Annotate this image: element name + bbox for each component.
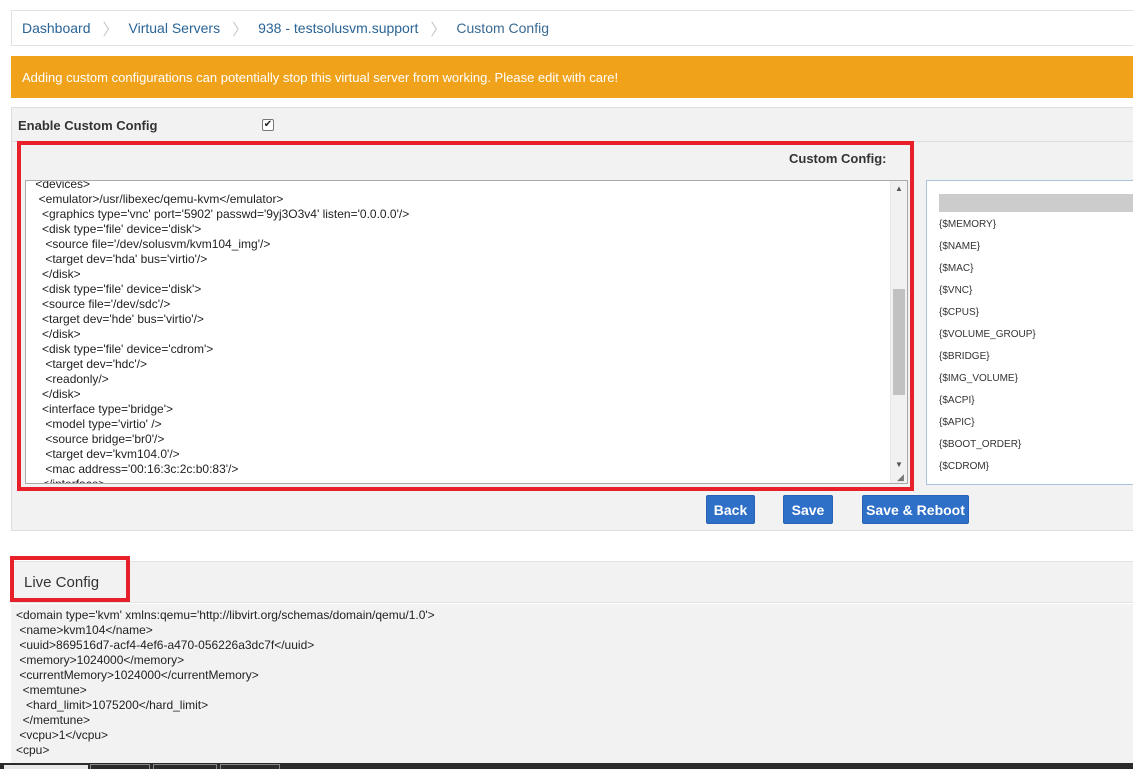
breadcrumb-separator: 〉 (232, 22, 249, 39)
code-line: </interface> (32, 477, 106, 484)
code-line: <source file='/dev/sdc'/> (32, 297, 171, 311)
custom-config-label: Custom Config: (789, 151, 887, 166)
scroll-up-icon[interactable]: ▲ (891, 181, 907, 197)
code-line: <source bridge='br0'/> (32, 432, 165, 446)
code-line: <model type='virtio' /> (32, 417, 162, 431)
code-line: <mac address='00:16:3c:2c:b0:83'/> (32, 462, 239, 476)
custom-config-code: <devices> <emulator>/usr/libexec/qemu-kv… (26, 180, 892, 484)
variables-list: {$MEMORY} {$NAME} {$MAC} {$VNC} {$CPUS} {$VOL… (926, 180, 1133, 485)
live-config-body: <domain type='kvm' xmlns:qemu='http://li… (11, 604, 1133, 764)
code-line: <graphics type='vnc' port='5902' passwd=… (32, 207, 410, 221)
code-line: <source file='/dev/solusvm/kvm104_img'/> (32, 237, 271, 251)
warning-text: Adding custom configurations can potenti… (22, 69, 619, 85)
live-config-line: <currentMemory>1024000</currentMemory> (16, 668, 259, 682)
taskbar-item[interactable] (90, 764, 150, 769)
code-line: </disk> (32, 327, 81, 341)
variable-item: {$MEMORY} (939, 219, 997, 230)
breadcrumb-server[interactable]: 938 - testsolusvm.support (258, 20, 418, 36)
variable-item: {$BRIDGE} (939, 351, 990, 362)
code-line: <disk type='file' device='disk'> (32, 282, 202, 296)
breadcrumb-custom-config: Custom Config (456, 20, 549, 36)
live-config-header: Live Config (11, 561, 1133, 603)
code-line: </disk> (32, 387, 81, 401)
taskbar-item[interactable] (220, 764, 280, 769)
code-line: <target dev='kvm104.0'/> (32, 447, 180, 461)
variable-item: {$VNC} (939, 285, 973, 296)
editor-scrollbar[interactable]: ▲ ▼ (890, 181, 907, 483)
taskbar-item[interactable] (153, 764, 217, 769)
breadcrumb-separator: 〉 (102, 22, 119, 39)
resize-handle-icon[interactable]: ◢ (897, 473, 906, 482)
breadcrumb-virtual-servers[interactable]: Virtual Servers (129, 20, 221, 36)
code-line: <interface type='bridge'> (32, 402, 174, 416)
live-config-line: <memtune> (16, 683, 87, 697)
code-line: </disk> (32, 267, 81, 281)
save-reboot-button[interactable]: Save & Reboot (862, 495, 969, 524)
enable-custom-config-checkbox[interactable]: ✔ (262, 119, 274, 131)
scroll-down-icon[interactable]: ▼ (891, 457, 907, 473)
variable-item: {$APIC} (939, 417, 975, 428)
live-config-line: <domain type='kvm' xmlns:qemu='http://li… (16, 608, 435, 622)
breadcrumb: Dashboard 〉 Virtual Servers 〉 938 - test… (11, 10, 1133, 46)
variable-item: {$CPUS} (939, 307, 980, 318)
live-config-title: Live Config (24, 574, 100, 591)
variable-item: {$VOLUME_GROUP} (939, 329, 1036, 340)
taskbar-item[interactable] (4, 765, 88, 769)
code-line: <devices> (32, 180, 91, 191)
variable-item: {$ACPI} (939, 395, 975, 406)
code-line: <target dev='hda' bus='virtio'/> (32, 252, 208, 266)
live-config-line: <hard_limit>1075200</hard_limit> (16, 698, 209, 712)
custom-config-textarea[interactable]: <devices> <emulator>/usr/libexec/qemu-kv… (25, 180, 908, 484)
save-button[interactable]: Save (783, 495, 833, 524)
live-config-line: <memory>1024000</memory> (16, 653, 185, 667)
taskbar (0, 763, 1133, 769)
variable-item: {$NAME} (939, 241, 981, 252)
enable-custom-config-row: Enable Custom Config ✔ (12, 108, 1133, 142)
warning-banner: Adding custom configurations can potenti… (11, 56, 1133, 98)
live-config-line: <vcpu>1</vcpu> (16, 728, 109, 742)
live-config-line: <uuid>869516d7-acf4-4ef6-a470-056226a3dc… (16, 638, 315, 652)
variable-item: {$BOOT_ORDER} (939, 439, 1022, 450)
breadcrumb-dashboard[interactable]: Dashboard (22, 20, 91, 36)
live-config-line: <cpu> (16, 743, 50, 757)
live-config-line: <name>kvm104</name> (16, 623, 153, 637)
variable-item: {$IMG_VOLUME} (939, 373, 1018, 384)
scrollbar-thumb[interactable] (893, 289, 905, 395)
variable-item: {$CDROM} (939, 461, 990, 472)
variable-item: {$MAC} (939, 263, 974, 274)
code-line: <disk type='file' device='disk'> (32, 222, 202, 236)
code-line: <disk type='file' device='cdrom'> (32, 342, 214, 356)
breadcrumb-separator: 〉 (430, 22, 447, 39)
code-line: <readonly/> (32, 372, 109, 386)
enable-custom-config-label: Enable Custom Config (18, 118, 158, 133)
code-line: <target dev='hdc'/> (32, 357, 147, 371)
variables-header (939, 194, 1133, 212)
code-line: <target dev='hde' bus='virtio'/> (32, 312, 204, 326)
live-config-line: </memtune> (16, 713, 91, 727)
back-button[interactable]: Back (706, 495, 755, 524)
code-line: <emulator>/usr/libexec/qemu-kvm</emulato… (32, 192, 284, 206)
